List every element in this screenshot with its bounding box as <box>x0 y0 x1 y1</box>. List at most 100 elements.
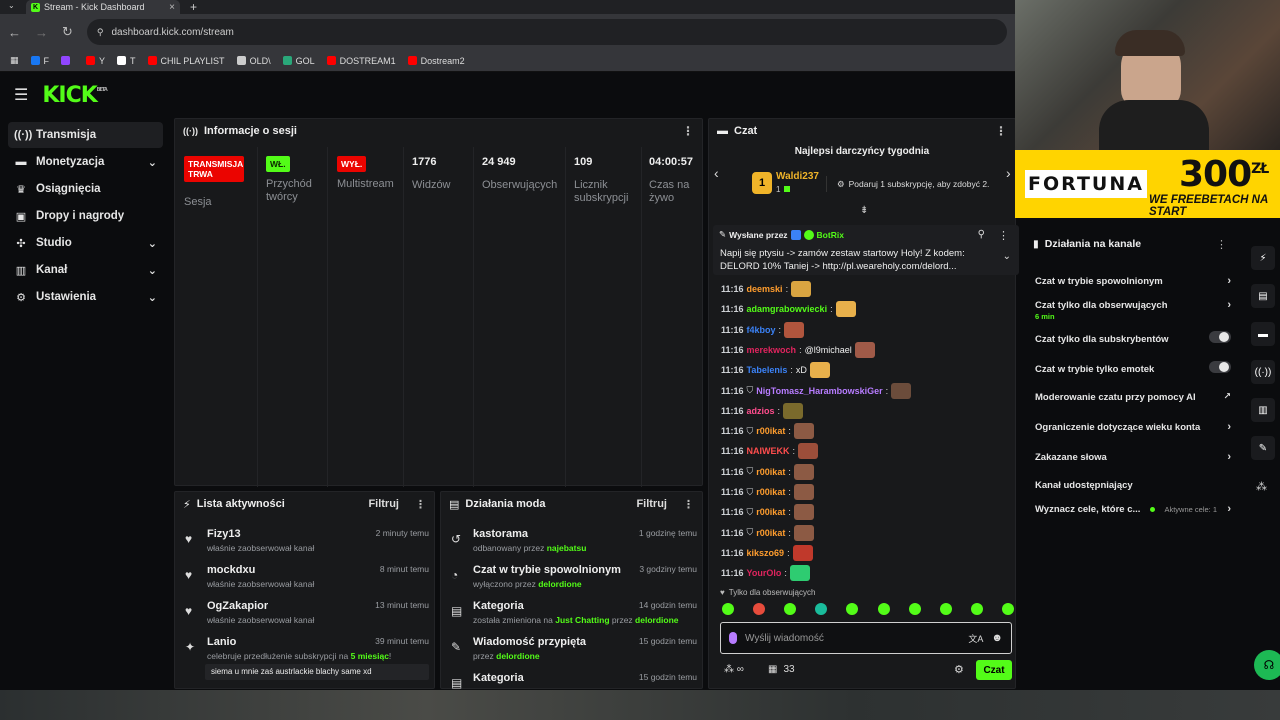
bookmark-item[interactable]: DOSTREAM1 <box>326 56 396 66</box>
bookmark-item[interactable] <box>61 56 74 65</box>
pinned-author[interactable]: BotRix <box>817 230 844 240</box>
emote-icon[interactable] <box>784 603 797 615</box>
message-username[interactable]: adamgrabowviecki <box>747 304 828 314</box>
forward-icon[interactable]: → <box>35 25 48 40</box>
chat-tool-icon[interactable]: ▬ <box>1251 322 1275 346</box>
activity-item[interactable]: ♥ OgZakapior 13 minut temu właśnie zaobserw… <box>183 600 429 632</box>
kick-logo[interactable]: KICK BETA <box>42 83 107 108</box>
activity-item[interactable]: ♥ Fizy13 2 minuty temu właśnie zaobserwował… <box>183 528 429 560</box>
donor-name[interactable]: Waldi237 <box>776 171 819 182</box>
chat-message[interactable]: 11:16 ⛉ r00ikat: <box>721 504 814 521</box>
mod-desc-user[interactable]: delordione <box>496 651 539 661</box>
donors-prev-icon[interactable]: ‹ <box>714 165 719 181</box>
sidebar-item-dropy-i-nagrody[interactable]: ▣ Dropy i nagrody <box>8 203 163 229</box>
emote-icon[interactable] <box>939 603 952 615</box>
sidebar-item-transmisja[interactable]: ((·)) Transmisja <box>8 122 163 148</box>
close-tab-icon[interactable]: × <box>169 2 175 13</box>
session-more-icon[interactable]: ⋮ <box>682 124 694 138</box>
chat-settings-icon[interactable]: ⚙ <box>954 663 964 676</box>
apps-icon[interactable]: ▦ <box>10 55 19 66</box>
chat-message[interactable]: 11:16 merekwoch: @l9michael <box>721 341 875 358</box>
reload-icon[interactable]: ↻ <box>62 24 73 40</box>
message-username[interactable]: r00ikat <box>756 467 785 477</box>
sidebar-item-osiągnięcia[interactable]: ♛ Osiągnięcia <box>8 176 163 202</box>
pinned-message[interactable]: ✎ Wysłane przez BotRix Napij się ptysiu … <box>713 225 1019 275</box>
mod-more-icon[interactable]: ⋮ <box>683 498 694 511</box>
toggle-switch[interactable] <box>1209 361 1231 373</box>
activity-item[interactable]: ✦ Lanio 39 minut temu celebruje przedłużeni… <box>183 636 429 680</box>
wrench-tool-icon[interactable]: ✎ <box>1251 436 1275 460</box>
message-username[interactable]: r00ikat <box>756 426 785 436</box>
chat-input-box[interactable]: Wyślij wiadomość 文A ☻ <box>720 622 1012 654</box>
chat-message[interactable]: 11:16 kikszo69: <box>721 544 813 561</box>
donors-next-icon[interactable]: › <box>1006 165 1011 181</box>
chevron-down-icon[interactable]: ⌄ <box>148 156 157 169</box>
activity-more-icon[interactable]: ⋮ <box>415 498 426 511</box>
channel-action-item[interactable]: Zakazane słowa › <box>1035 451 1231 463</box>
sidebar-item-monetyzacja[interactable]: ▬ Monetyzacja ⌄ <box>8 149 163 175</box>
bolt-tool-icon[interactable]: ⚡ <box>1251 246 1275 270</box>
emote-icon[interactable] <box>753 603 766 615</box>
channel-action-item[interactable]: Wyznacz cele, które c... Aktywne cele: 1 › <box>1035 503 1231 515</box>
chat-message[interactable]: 11:16 ⛉ NigTomasz_HarambowskiGer: <box>721 382 912 399</box>
bookmark-item[interactable]: T <box>117 56 136 66</box>
bookmark-item[interactable]: OLD\ <box>236 56 271 66</box>
emoji-icon[interactable]: ☻ <box>991 632 1003 644</box>
unpin-icon[interactable]: ⚲ <box>978 229 985 240</box>
chevron-right-icon[interactable]: › <box>1227 503 1231 515</box>
message-username[interactable]: YourOlo <box>747 568 782 578</box>
mod-desc-user[interactable]: najebatsu <box>547 543 587 553</box>
activity-user[interactable]: OgZakapior <box>207 600 268 612</box>
message-username[interactable]: deemski <box>747 284 783 294</box>
mod-desc-user[interactable]: delordione <box>538 579 581 589</box>
chat-message[interactable]: 11:16 deemski: <box>721 281 812 297</box>
menu-icon[interactable]: ☰ <box>14 85 28 105</box>
channel-action-item[interactable]: Ograniczenie dotyczące wieku konta › <box>1035 421 1231 433</box>
bookmark-item[interactable]: Y <box>86 56 105 66</box>
activity-item[interactable]: ♥ mockdxu 8 minut temu właśnie zaobserwował… <box>183 564 429 596</box>
chat-message[interactable]: 11:16 ⛉ r00ikat: <box>721 423 814 440</box>
url-field[interactable]: ⚲ dashboard.kick.com/stream <box>86 19 1007 45</box>
channel-more-icon[interactable]: ⋮ <box>1216 238 1227 251</box>
mod-action-item[interactable]: ◔ Czat w trybie spowolnionym 3 godziny tem… <box>449 564 697 596</box>
activity-user[interactable]: Lanio <box>207 636 236 648</box>
chat-message[interactable]: 11:16 ⛉ r00ikat: <box>721 524 814 541</box>
activity-user[interactable]: mockdxu <box>207 564 255 576</box>
emote-icon[interactable] <box>970 603 983 615</box>
channel-action-item[interactable]: Czat tylko dla obserwujących 6 min › <box>1035 299 1231 321</box>
fortuna-ad-banner[interactable]: FORTUNA 300ZŁ WE FREEBETACH NA START <box>1015 150 1280 218</box>
emote-icon[interactable] <box>908 603 921 615</box>
emote-icon[interactable] <box>722 603 734 615</box>
activity-user[interactable]: Fizy13 <box>207 528 241 540</box>
pinned-more-icon[interactable]: ⋮ <box>998 229 1009 242</box>
channel-action-item[interactable]: Moderowanie czatu przy pomocy AI ↗ <box>1035 391 1231 403</box>
channel-action-item[interactable]: Czat w trybie tylko emotek <box>1035 361 1231 375</box>
sidebar-item-ustawienia[interactable]: ⚙ Ustawienia ⌄ <box>8 284 163 310</box>
message-username[interactable]: kikszo69 <box>747 548 785 558</box>
bookmark-item[interactable]: Dostream2 <box>407 56 465 66</box>
message-username[interactable]: r00ikat <box>756 528 785 538</box>
emote-icon[interactable] <box>877 603 890 615</box>
bookmark-item[interactable]: GOL <box>282 56 315 66</box>
bookmark-item[interactable]: CHIL PLAYLIST <box>147 56 225 66</box>
chat-message[interactable]: 11:16 NAIWEKK: <box>721 443 819 460</box>
emote-icon[interactable] <box>815 603 828 615</box>
chevron-down-icon[interactable]: ⌄ <box>148 291 157 304</box>
message-username[interactable]: merekwoch <box>747 345 797 355</box>
message-username[interactable]: NigTomasz_HarambowskiGer <box>756 386 882 396</box>
message-username[interactable]: r00ikat <box>756 487 785 497</box>
chevron-right-icon[interactable]: › <box>1227 421 1231 433</box>
sidebar-item-studio[interactable]: ✣ Studio ⌄ <box>8 230 163 256</box>
channel-action-item[interactable]: Czat tylko dla subskrybentów <box>1035 331 1231 345</box>
gift-prompt[interactable]: ⚙ Podaruj 1 subskrypcję, aby zdobyć 2. <box>826 176 998 192</box>
collapse-icon[interactable]: ⇟ <box>860 205 868 216</box>
chat-more-icon[interactable]: ⋮ <box>995 124 1007 138</box>
pinned-expand-icon[interactable]: ⌄ <box>1003 251 1011 262</box>
support-icon[interactable]: ☊ <box>1254 650 1280 680</box>
mod-desc-user[interactable]: delordione <box>635 615 678 625</box>
emote-icon[interactable] <box>846 603 859 615</box>
tab-list-icon[interactable]: ⌄ <box>8 1 15 10</box>
chevron-right-icon[interactable]: › <box>1227 275 1231 287</box>
message-username[interactable]: Tabelenis <box>747 365 788 375</box>
chevron-down-icon[interactable]: ⌄ <box>148 264 157 277</box>
